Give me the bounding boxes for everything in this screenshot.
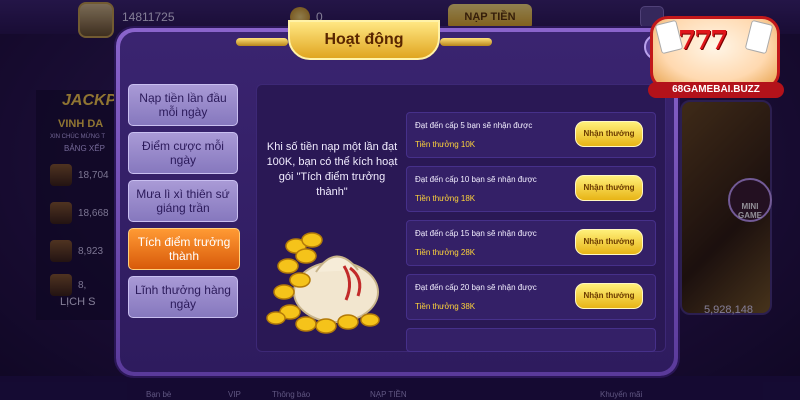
title-wing-right [440,38,492,46]
menu-label: Điểm cược mỗi ngày [142,139,224,167]
menu-label: Nạp tiền lần đầu mỗi ngày [139,91,227,119]
claim-button[interactable]: Nhận thưởng [575,283,643,309]
menu-growth-points[interactable]: Tích điểm trưởng thành [128,228,240,270]
title-box: Hoạt động [288,20,440,60]
reward-condition: Đạt đến cấp 20 bạn sẽ nhận được [415,283,537,292]
menu-angel-lucky-money[interactable]: Mưa lì xì thiên sứ giáng trần [128,180,238,222]
promo-description: Khi số tiền nạp một lần đạt 100K, bạn có… [266,141,398,198]
modal-title-plate: Hoạt động [236,20,492,64]
logo-text: 68GAMEBAI.BUZZ [648,82,784,98]
claim-button[interactable]: Nhận thưởng [575,175,643,201]
menu-label: Lĩnh thưởng hàng ngày [135,283,231,311]
menu-label: Mưa lì xì thiên sứ giáng trần [136,187,230,215]
reward-row-level-15: Đạt đến cấp 15 bạn sẽ nhận được Tiền thư… [406,220,656,266]
reward-amount: Tiền thưởng 28K [415,248,476,257]
reward-amount: Tiền thưởng 38K [415,302,476,311]
game-screen: 14811725 0 NẠP TIỀN JACKP VINH DA XIN CH… [0,0,800,400]
title-wing-left [236,38,288,46]
reward-condition: Đạt đến cấp 5 bạn sẽ nhận được [415,121,533,130]
menu-first-deposit[interactable]: Nạp tiền lần đầu mỗi ngày [128,84,238,126]
reward-condition: Đạt đến cấp 10 bạn sẽ nhận được [415,175,537,184]
reward-row-level-5: Đạt đến cấp 5 bạn sẽ nhận được Tiền thưở… [406,112,656,158]
reward-condition: Đạt đến cấp 15 bạn sẽ nhận được [415,229,537,238]
menu-daily-rewards[interactable]: Lĩnh thưởng hàng ngày [128,276,238,318]
modal-title: Hoạt động [324,31,404,48]
coin-bag-icon [266,232,380,334]
claim-button[interactable]: Nhận thưởng [575,229,643,255]
reward-amount: Tiền thưởng 10K [415,140,476,149]
reward-row-partial [406,328,656,352]
menu-label: Tích điểm trưởng thành [137,235,231,263]
reward-row-level-10: Đạt đến cấp 10 bạn sẽ nhận được Tiền thư… [406,166,656,212]
menu-daily-bet-points[interactable]: Điểm cược mỗi ngày [128,132,238,174]
reward-row-level-20: Đạt đến cấp 20 bạn sẽ nhận được Tiền thư… [406,274,656,320]
reward-amount: Tiền thưởng 18K [415,194,476,203]
logo-digits: 777 [678,26,728,56]
site-logo: 777 68GAMEBAI.BUZZ [640,12,790,98]
claim-button[interactable]: Nhận thưởng [575,121,643,147]
